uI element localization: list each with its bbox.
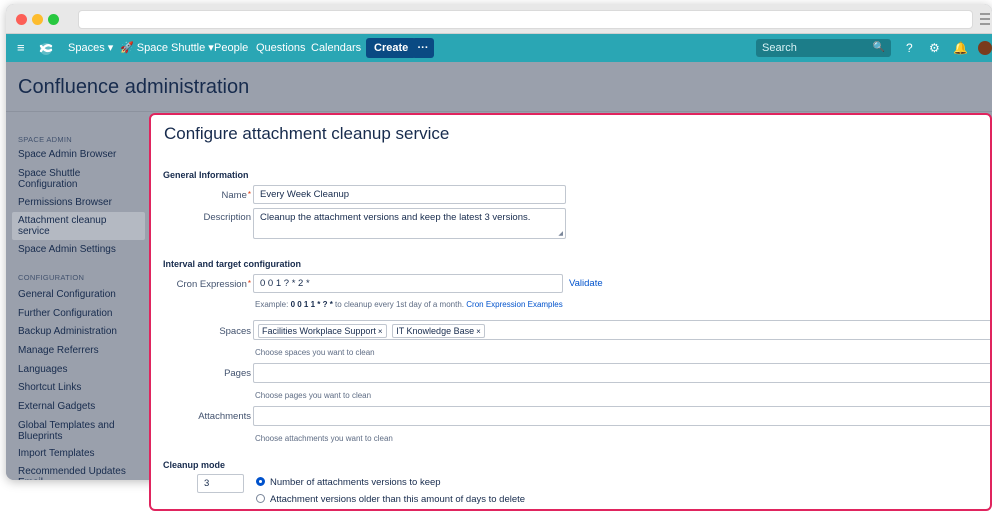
cron-hint: Example: 0 0 1 1 * ? * to cleanup every … xyxy=(255,300,563,309)
sidebar-item-languages[interactable]: Languages xyxy=(18,364,138,375)
validate-link[interactable]: Validate xyxy=(569,278,603,289)
cron-expression-field[interactable]: 0 0 1 ? * 2 * xyxy=(253,274,563,293)
sidebar-item-global-templates[interactable]: Global Templates and Blueprints xyxy=(18,420,138,442)
attachments-field[interactable] xyxy=(253,406,990,426)
search-input[interactable]: Search 🔍 xyxy=(756,39,891,57)
sidebar-section-configuration: CONFIGURATION xyxy=(18,273,85,282)
description-field[interactable]: Cleanup the attachment versions and keep… xyxy=(253,208,566,239)
sidebar-item-general-configuration[interactable]: General Configuration xyxy=(18,289,138,300)
radio-delete-older[interactable]: Attachment versions older than this amou… xyxy=(256,494,525,505)
radio-unselected-icon[interactable] xyxy=(256,494,265,503)
spaces-label: Spaces xyxy=(219,326,251,337)
sidebar-item-space-admin-settings[interactable]: Space Admin Settings xyxy=(18,244,138,255)
nav-space-shuttle-dropdown[interactable]: 🚀 Space Shuttle ▾ xyxy=(120,34,214,62)
attachments-label: Attachments xyxy=(198,411,251,422)
remove-tag-icon[interactable]: × xyxy=(476,327,481,336)
cleanup-value-field[interactable]: 3 xyxy=(197,474,244,493)
sidebar-item-permissions-browser[interactable]: Permissions Browser xyxy=(18,197,138,208)
sidebar-item-attachment-cleanup-service[interactable]: Attachment cleanup service xyxy=(12,212,145,240)
nav-questions-link[interactable]: Questions xyxy=(256,34,306,62)
close-window-button[interactable] xyxy=(16,14,27,25)
remove-tag-icon[interactable]: × xyxy=(378,327,383,336)
pages-hint: Choose pages you want to clean xyxy=(255,391,372,400)
cron-examples-link[interactable]: Cron Expression Examples xyxy=(466,300,562,309)
nav-people-link[interactable]: People xyxy=(214,34,248,62)
avatar[interactable] xyxy=(978,41,992,55)
description-value: Cleanup the attachment versions and keep… xyxy=(260,212,531,223)
search-placeholder: Search xyxy=(762,42,797,54)
cron-expression-label: Cron Expression* xyxy=(176,279,251,290)
radio-selected-icon[interactable] xyxy=(256,477,265,486)
nav-calendars-link[interactable]: Calendars xyxy=(311,34,361,62)
sidebar-item-recommended-updates-email[interactable]: Recommended Updates Email xyxy=(18,466,138,480)
confluence-logo-icon[interactable] xyxy=(38,40,54,56)
general-section-title: General Information xyxy=(163,170,249,180)
sidebar-item-manage-referrers[interactable]: Manage Referrers xyxy=(18,345,138,356)
sidebar-section-space-admin: SPACE ADMIN xyxy=(18,135,73,144)
spaces-hint: Choose spaces you want to clean xyxy=(255,348,375,357)
cleanup-value: 3 xyxy=(204,478,210,489)
page-header: Confluence administration xyxy=(6,62,992,112)
browser-titlebar xyxy=(6,4,992,34)
pages-field[interactable] xyxy=(253,363,990,383)
create-button[interactable]: Create xyxy=(366,38,417,58)
sidebar-item-further-configuration[interactable]: Further Configuration xyxy=(18,308,138,319)
attachments-hint: Choose attachments you want to clean xyxy=(255,434,393,443)
sidebar-item-external-gadgets[interactable]: External Gadgets xyxy=(18,401,138,412)
panel-title: Configure attachment cleanup service xyxy=(164,124,450,143)
cleanup-section-title: Cleanup mode xyxy=(163,460,226,470)
help-icon[interactable]: ? xyxy=(906,34,913,62)
sidebar-item-shortcut-links[interactable]: Shortcut Links xyxy=(18,382,138,393)
sidebar-item-import-templates[interactable]: Import Templates xyxy=(18,448,138,459)
spaces-field[interactable]: Facilities Workplace Support × IT Knowled… xyxy=(253,320,990,340)
description-label: Description xyxy=(203,212,251,223)
sidebar-item-backup-administration[interactable]: Backup Administration xyxy=(18,326,138,337)
maximize-window-button[interactable] xyxy=(48,14,59,25)
nav-spaces-dropdown[interactable]: Spaces ▾ xyxy=(68,34,113,62)
space-tag: IT Knowledge Base × xyxy=(392,324,485,338)
gear-icon[interactable]: ⚙ xyxy=(929,34,940,62)
radio-keep-versions[interactable]: Number of attachments versions to keep xyxy=(256,477,441,488)
name-label: Name* xyxy=(221,190,251,201)
sidebar: SPACE ADMIN Space Admin Browser Space Sh… xyxy=(6,112,145,480)
resize-handle-icon[interactable]: ◢ xyxy=(558,230,563,237)
name-value: Every Week Cleanup xyxy=(260,189,350,200)
more-button[interactable]: ··· xyxy=(412,38,434,58)
cleanup-config-panel: Configure attachment cleanup service Gen… xyxy=(149,113,992,511)
top-navbar: ≡ Spaces ▾ 🚀 Space Shuttle ▾ People Ques… xyxy=(6,34,992,62)
notification-icon[interactable]: 🔔 xyxy=(953,34,968,62)
space-tag: Facilities Workplace Support × xyxy=(258,324,387,338)
address-bar[interactable] xyxy=(78,10,973,29)
search-icon[interactable]: 🔍 xyxy=(873,39,885,57)
name-field[interactable]: Every Week Cleanup xyxy=(253,185,566,204)
cron-expression-value: 0 0 1 ? * 2 * xyxy=(260,278,310,289)
sidebar-item-space-shuttle-configuration[interactable]: Space Shuttle Configuration xyxy=(18,168,138,190)
menu-icon[interactable]: ≡ xyxy=(17,34,25,62)
interval-section-title: Interval and target configuration xyxy=(163,259,302,269)
page-title: Confluence administration xyxy=(18,76,250,98)
minimize-window-button[interactable] xyxy=(32,14,43,25)
sidebar-item-space-admin-browser[interactable]: Space Admin Browser xyxy=(18,149,138,160)
pages-label: Pages xyxy=(224,368,251,379)
browser-menu-icon[interactable] xyxy=(980,13,990,25)
